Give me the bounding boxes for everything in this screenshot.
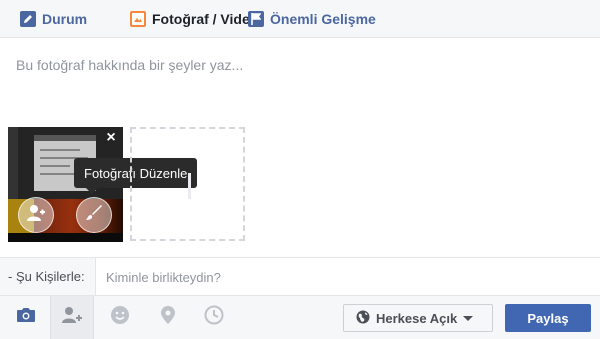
edit-photo-button[interactable] <box>76 197 112 233</box>
with-people-input[interactable] <box>104 258 588 297</box>
composer-footer: Herkese Açık Paylaş <box>0 295 600 339</box>
composer-tabs: Durum Fotoğraf / Video Önemli Gelişme <box>0 0 600 38</box>
composer-input[interactable]: Bu fotoğraf hakkında bir şeyler yaz... <box>16 57 243 73</box>
brush-icon <box>85 204 103 227</box>
tag-person-icon <box>26 204 46 227</box>
tab-status-label: Durum <box>42 11 88 27</box>
location-button[interactable] <box>146 296 190 339</box>
tab-life-event[interactable]: Önemli Gelişme <box>248 0 376 38</box>
tag-people-button[interactable] <box>50 296 94 339</box>
privacy-label: Herkese Açık <box>376 310 458 326</box>
schedule-button[interactable] <box>192 296 236 339</box>
chevron-down-icon <box>463 315 474 321</box>
privacy-selector[interactable]: Herkese Açık <box>343 304 493 332</box>
globe-icon <box>356 310 370 327</box>
pencil-icon <box>20 11 36 27</box>
clock-icon <box>204 305 224 330</box>
add-photo-slot[interactable] <box>130 127 245 241</box>
share-button[interactable]: Paylaş <box>505 304 591 332</box>
tag-person-button[interactable] <box>18 197 54 233</box>
camera-button[interactable] <box>4 296 48 339</box>
with-people-label: - Şu Kişilerle: <box>0 258 96 295</box>
tab-photo-video[interactable]: Fotoğraf / Video <box>130 0 258 38</box>
camera-icon <box>16 307 36 328</box>
tab-life-event-label: Önemli Gelişme <box>270 11 376 27</box>
feeling-button[interactable] <box>98 296 142 339</box>
tab-photo-video-label: Fotoğraf / Video <box>152 11 259 27</box>
photo-icon <box>130 11 146 27</box>
location-pin-icon <box>160 305 176 330</box>
flag-icon <box>248 11 264 27</box>
tab-status[interactable]: Durum <box>20 0 87 38</box>
smiley-icon <box>110 305 130 330</box>
add-person-icon <box>61 306 83 329</box>
remove-photo-button[interactable]: × <box>103 130 119 146</box>
tooltip-arrow <box>86 188 98 194</box>
add-photo-plus-icon <box>188 173 191 199</box>
with-people-row: - Şu Kişilerle: <box>0 257 600 297</box>
